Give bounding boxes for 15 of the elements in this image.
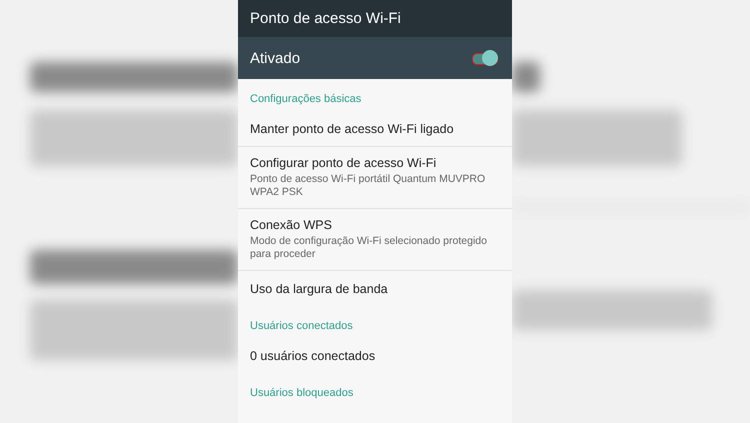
- item-title: Uso da largura de banda: [250, 282, 389, 296]
- item-title: Conexão WPS: [250, 218, 333, 232]
- toggle-switch[interactable]: [472, 49, 498, 67]
- settings-item[interactable]: 0 usuários conectados: [238, 338, 512, 373]
- settings-item[interactable]: Uso da largura de banda: [238, 271, 512, 306]
- item-summary: Ponto de acesso Wi-Fi portátil Quantum MUVPRO WPA2 PSK: [250, 173, 486, 199]
- item-title: Manter ponto de acesso Wi-Fi ligado: [250, 122, 455, 136]
- item-summary: Modo de configuração Wi-Fi selecionado protegido para proceder: [250, 235, 488, 261]
- switch-label: Ativado: [250, 50, 300, 66]
- section-header: Usuários bloqueados: [249, 386, 354, 401]
- section-header: Usuários conectados: [249, 319, 354, 334]
- section-header: Configurações básicas: [249, 92, 362, 107]
- item-title: 0 usuários conectados: [250, 348, 376, 362]
- item-title: Configurar ponto de acesso Wi-Fi: [250, 156, 438, 170]
- screen-title: Ponto de acesso Wi-Fi: [250, 10, 401, 27]
